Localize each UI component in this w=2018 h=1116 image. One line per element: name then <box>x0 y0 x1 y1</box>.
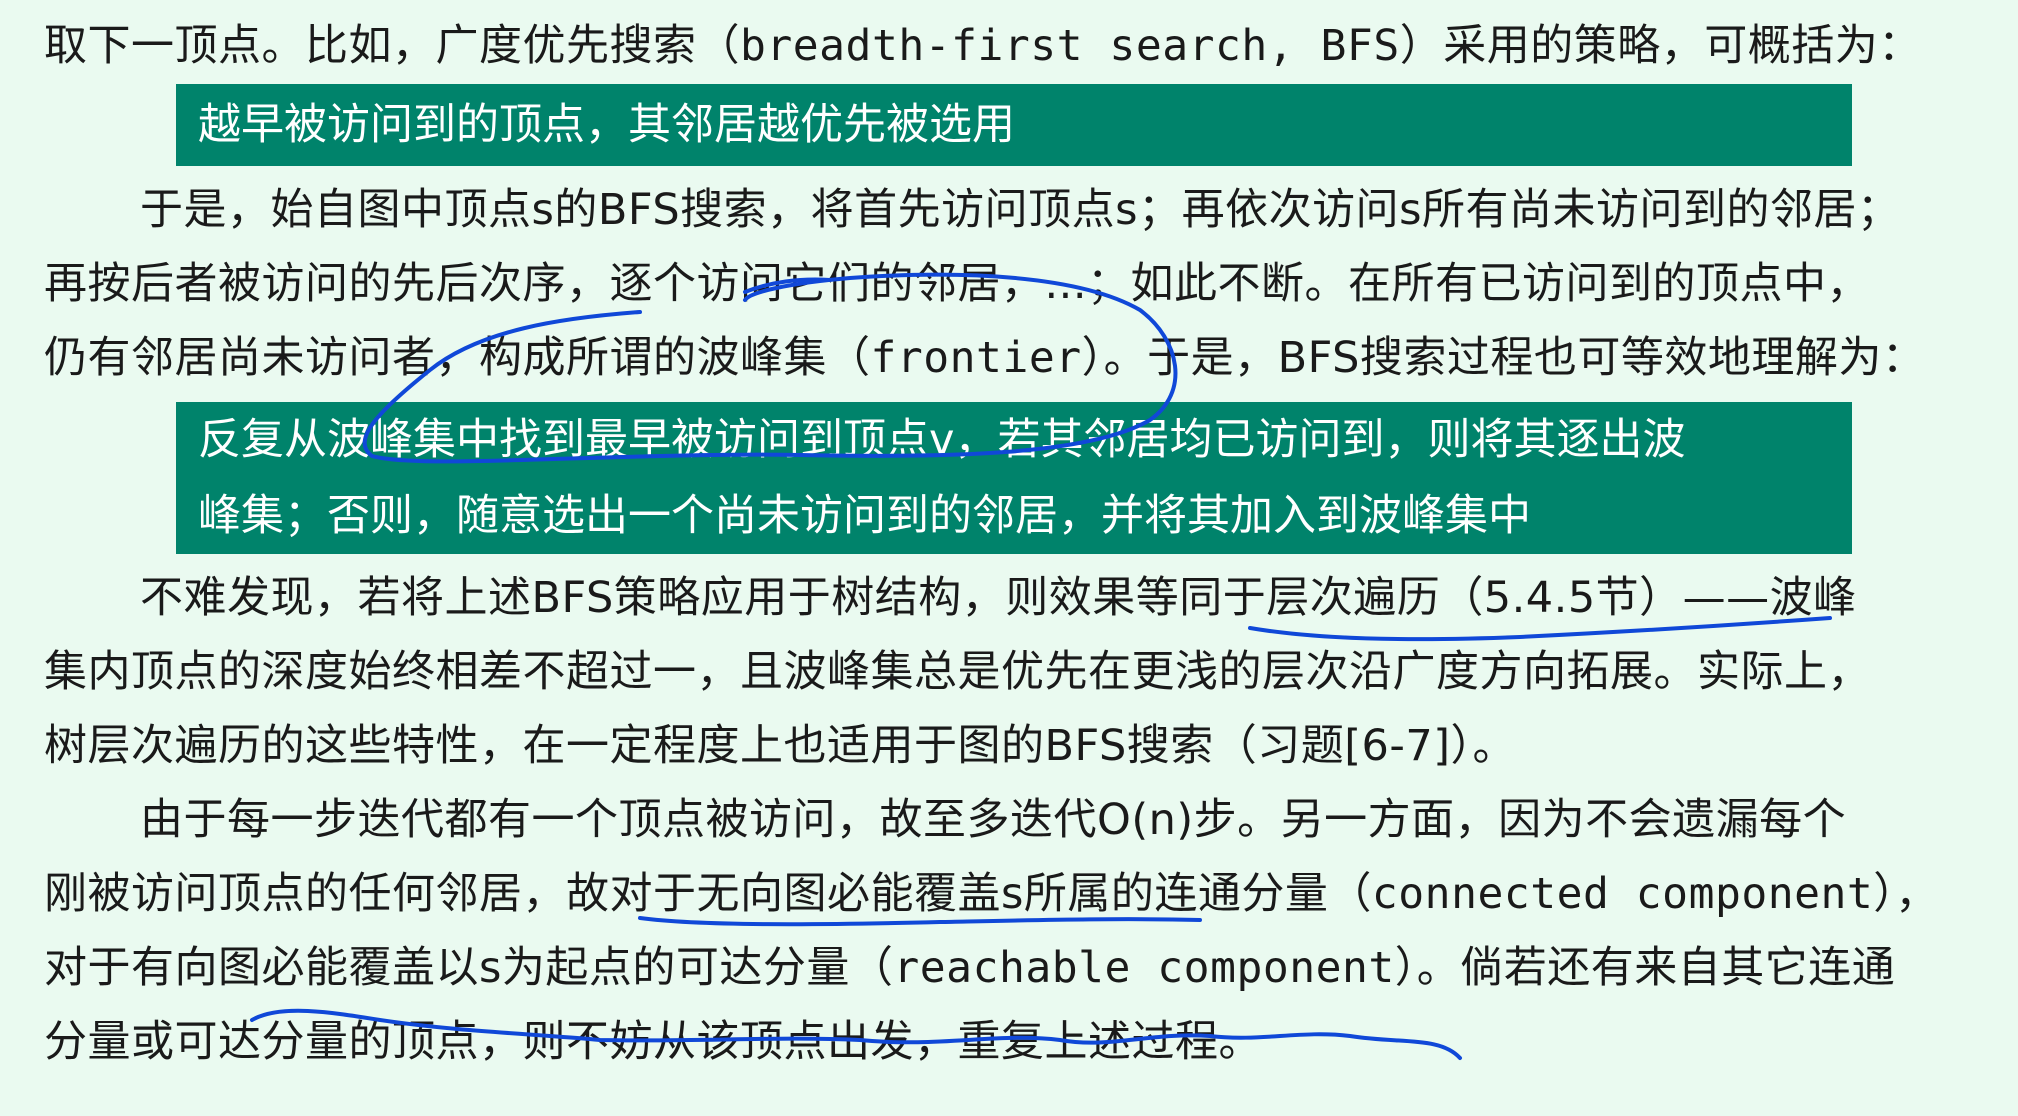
text-line-7: 树层次遍历的这些特性，在一定程度上也适用于图的BFS搜索（习题[6-7]）。 <box>44 721 1517 771</box>
callout-box-1: 越早被访问到的顶点，其邻居越优先被选用 <box>176 84 1852 166</box>
text-line-9: 刚被访问顶点的任何邻居，故对于无向图必能覆盖s所属的连通分量（connected… <box>44 866 1998 922</box>
text-line-5: 不难发现，若将上述BFS策略应用于树结构，则效果等同于层次遍历（5.4.5节）—… <box>140 573 1857 623</box>
text-line-3: 再按后者被访问的先后次序，逐个访问它们的邻居，...；如此不断。在所有已访问到的… <box>44 259 1871 309</box>
code-term: connected component <box>1371 869 1874 919</box>
text-span: ）。倘若还有来自其它连通 <box>1394 943 1896 993</box>
text-line-11: 分量或可达分量的顶点，则不妨从该顶点出发，重复上述过程。 <box>44 1017 1262 1067</box>
text-span: ）。于是，BFS搜索过程也可等效地理解为： <box>1081 333 1926 383</box>
text-line-1: 取下一顶点。比如，广度优先搜索（breadth-first search, BF… <box>44 18 1998 74</box>
text-line-10: 对于有向图必能覆盖以s为起点的可达分量（reachable component）… <box>44 940 1998 996</box>
text-span: ）采用的策略，可概括为： <box>1399 21 1922 71</box>
code-term: breadth-first search, BFS <box>740 21 1400 71</box>
text-line-6: 集内顶点的深度始终相差不超过一，且波峰集总是优先在更浅的层次沿广度方向拓展。实际… <box>44 647 1871 697</box>
callout-box-2: 反复从波峰集中找到最早被访问到顶点v，若其邻居均已访问到，则将其逐出波 峰集；否… <box>176 402 1852 554</box>
text-span: 对于有向图必能覆盖以s为起点的可达分量（ <box>44 943 894 993</box>
callout-line: 越早被访问到的顶点，其邻居越优先被选用 <box>198 100 1015 150</box>
text-line-2: 于是，始自图中顶点s的BFS搜索，将首先访问顶点s；再依次访问s所有尚未访问到的… <box>140 185 1901 235</box>
callout-line: 反复从波峰集中找到最早被访问到顶点v，若其邻居均已访问到，则将其逐出波 <box>198 415 1686 465</box>
code-term: reachable component <box>893 943 1395 993</box>
code-term: frontier <box>870 333 1082 383</box>
callout-line: 峰集；否则，随意选出一个尚未访问到的邻居，并将其加入到波峰集中 <box>198 491 1531 541</box>
text-span: 刚被访问顶点的任何邻居，故对于无向图必能覆盖s所属的连通分量（ <box>44 869 1372 919</box>
text-span: 仍有邻居尚未访问者，构成所谓的波峰集（ <box>44 333 871 383</box>
text-span: 取下一顶点。比如，广度优先搜索（ <box>44 21 740 71</box>
text-span: ）， <box>1873 869 1939 919</box>
text-line-4: 仍有邻居尚未访问者，构成所谓的波峰集（frontier）。于是，BFS搜索过程也… <box>44 330 1998 386</box>
text-line-8: 由于每一步迭代都有一个顶点被访问，故至多迭代O(n)步。另一方面，因为不会遗漏每… <box>140 795 1847 845</box>
